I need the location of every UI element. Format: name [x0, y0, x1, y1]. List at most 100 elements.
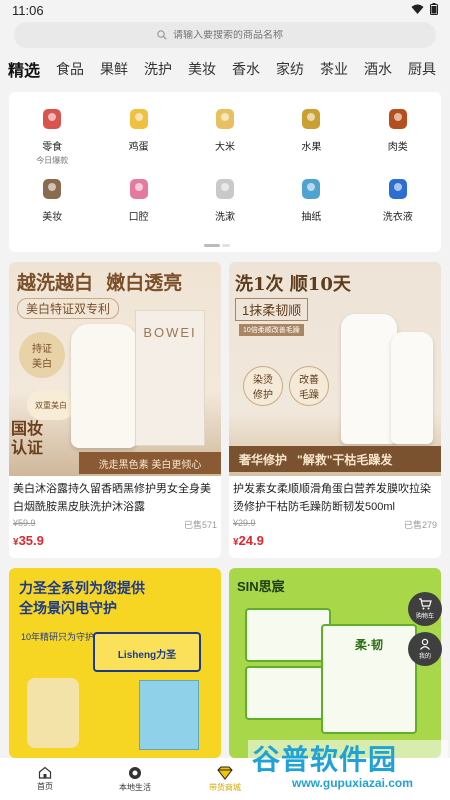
local-life-icon: [129, 766, 141, 779]
cosmetics-icon: [35, 172, 69, 206]
category-grid-label: 肉类: [387, 142, 408, 153]
cert-tag: 国妆 认证: [11, 421, 44, 457]
category-tabs: 精选食品果鲜洗护美妆香水家纺茶业酒水厨具日: [0, 52, 450, 86]
profile-button[interactable]: 我的: [408, 632, 442, 666]
product-brand: Lisheng力圣: [117, 650, 177, 661]
category-grid-item[interactable]: 水果: [268, 102, 354, 166]
product-card[interactable]: SIN思宸 柔·韧: [229, 568, 441, 758]
category-grid-item[interactable]: 口腔: [95, 172, 181, 223]
category-grid-item[interactable]: 零食 今日爆款: [9, 102, 95, 166]
status-time: 11:06: [12, 3, 44, 18]
toiletries-icon: [208, 172, 242, 206]
product-image: 越洗越白 嫩白透亮 美白特证双专利 持证 美白 双重美白 BOWEI 国妆 认证…: [9, 262, 221, 476]
fruit-icon: [294, 102, 328, 136]
tissue-icon: [294, 172, 328, 206]
category-grid-label: 洗衣液: [382, 212, 413, 223]
product-bottle: [341, 314, 397, 444]
category-grid-item[interactable]: 鸡蛋: [95, 102, 181, 166]
category-tab[interactable]: 酒水: [356, 59, 400, 79]
egg-icon: [122, 102, 156, 136]
search-input[interactable]: [173, 29, 293, 41]
category-tab[interactable]: 家纺: [268, 59, 312, 79]
product-image: 力圣全系列为您提供 全场景闪电守护 10年精研只为守护 Lisheng力圣: [9, 568, 221, 758]
cart-button-label: 购物车: [415, 614, 434, 620]
category-grid: 零食 今日爆款 鸡蛋 大米 水果 肉类 美妆 口腔 洗漱 抽纸 洗衣液: [9, 92, 441, 252]
nav-local-life-label: 本地生活: [119, 782, 151, 792]
product-title: 美白沐浴露持久留香晒黑修护男女全身美白烟酰胺黑皮肤洗护沐浴露: [13, 483, 211, 513]
category-grid-item[interactable]: 洗漱: [182, 172, 268, 223]
product-card[interactable]: 洗1次 顺10天 1抹柔韧顺 10倍柔顺改善毛躁 染烫 修护 改善 毛躁 奢华修…: [229, 262, 441, 558]
product-card[interactable]: 越洗越白 嫩白透亮 美白特证双专利 持证 美白 双重美白 BOWEI 国妆 认证…: [9, 262, 221, 558]
category-tab[interactable]: 香水: [224, 59, 268, 79]
category-grid-label: 抽纸: [301, 212, 322, 223]
product-title: 护发素女柔顺顺滑角蛋白营养发膜吹拉染烫修护干枯防毛躁防断韧发500ml: [233, 483, 431, 513]
tissue-pack: 柔·韧: [321, 624, 417, 734]
product-banner: 奢华修护 "解救"干枯毛躁发: [229, 446, 441, 472]
pack-label: 柔·韧: [355, 638, 383, 652]
product-image: SIN思宸 柔·韧: [229, 568, 441, 758]
cart-button[interactable]: 购物车: [408, 592, 442, 626]
category-grid-label: 零食: [42, 142, 63, 153]
product-headline: 力圣全系列为您提供 全场景闪电守护: [19, 580, 145, 616]
category-tab[interactable]: 食品: [48, 59, 92, 79]
category-grid-label: 鸡蛋: [128, 142, 149, 153]
original-price: ¥59.9: [13, 518, 36, 528]
product-device: [27, 678, 79, 748]
original-price: ¥29.9: [233, 518, 256, 528]
profile-button-label: 我的: [418, 654, 431, 660]
category-grid-label: 洗漱: [214, 212, 235, 223]
product-box: [139, 680, 199, 750]
tissue-pack: [245, 666, 331, 720]
status-icons: [411, 3, 438, 15]
category-tab[interactable]: 美妆: [180, 59, 224, 79]
nav-mall-label: 带货商城: [209, 782, 241, 792]
category-tab[interactable]: 精选: [0, 57, 48, 81]
category-grid-label: 大米: [214, 142, 235, 153]
product-image: 洗1次 顺10天 1抹柔韧顺 10倍柔顺改善毛躁 染烫 修护 改善 毛躁 奢华修…: [229, 262, 441, 476]
cart-icon: [419, 598, 432, 610]
category-grid-label: 口腔: [128, 212, 149, 223]
banner-text: 奢华修护: [239, 452, 288, 467]
category-tab[interactable]: 厨具: [400, 59, 444, 79]
category-grid-item[interactable]: 肉类: [355, 102, 441, 166]
price-value: 35.9: [18, 533, 44, 548]
status-bar: 11:06: [0, 0, 450, 22]
battery-icon: [430, 3, 438, 15]
product-subheadline: 1抹柔韧顺: [235, 298, 309, 321]
home-icon: [38, 766, 52, 779]
category-grid-item[interactable]: 大米: [182, 102, 268, 166]
product-subheadline-2: 10倍柔顺改善毛躁: [239, 324, 304, 336]
category-grid-item[interactable]: 洗衣液: [355, 172, 441, 223]
watermark-text: 谷普软件园: [252, 744, 398, 775]
user-icon: [420, 638, 430, 650]
banner-text: "解救"干枯毛躁发: [297, 452, 393, 467]
snack-icon: [35, 102, 69, 136]
category-grid-item[interactable]: 抽纸: [268, 172, 354, 223]
category-grid-sublabel: 今日爆款: [36, 156, 69, 165]
category-grid-label: 美妆: [42, 212, 63, 223]
category-tab[interactable]: 果鲜: [92, 59, 136, 79]
wifi-icon: [411, 4, 424, 14]
product-bottle: [391, 332, 433, 444]
category-tab[interactable]: 洗护: [136, 59, 180, 79]
mall-icon: [217, 766, 233, 780]
tissue-pack: [245, 608, 331, 662]
product-price: ¥24.9: [229, 531, 441, 550]
nav-local-life[interactable]: 本地生活: [90, 758, 180, 800]
product-card[interactable]: 力圣全系列为您提供 全场景闪电守护 10年精研只为守护 Lisheng力圣: [9, 568, 221, 758]
promo-badge: 改善 毛躁: [289, 366, 329, 406]
search-bar[interactable]: [14, 22, 436, 48]
product-headline: 洗1次 顺10天: [235, 274, 351, 295]
nav-home-label: 首页: [37, 782, 53, 791]
category-grid-item[interactable]: 美妆: [9, 172, 95, 223]
promo-badge: 持证 美白: [19, 332, 65, 378]
price-value: 24.9: [238, 533, 264, 548]
product-box: BOWEI: [135, 310, 205, 446]
search-icon: [157, 30, 167, 40]
detergent-icon: [381, 172, 415, 206]
category-tab[interactable]: 茶业: [312, 59, 356, 79]
page-indicator: [204, 244, 230, 247]
product-price: ¥35.9: [9, 531, 221, 550]
nav-home[interactable]: 首页: [0, 758, 90, 800]
category-tab[interactable]: 日: [444, 59, 450, 79]
